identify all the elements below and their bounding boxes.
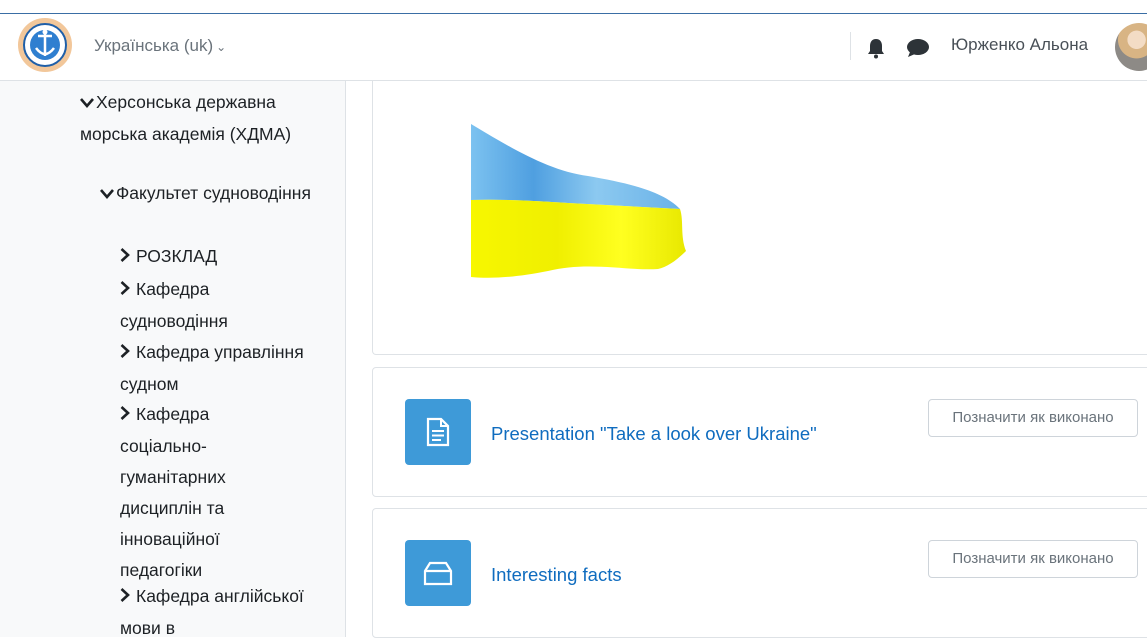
top-navbar: Українська ‎(uk)‎ ⌄ Юрженко Альона (0, 14, 1147, 81)
tree-item-label: Кафедра управління судном (120, 342, 304, 394)
user-name[interactable]: Юрженко Альона (951, 35, 1088, 55)
course-index-drawer: Херсонська державна морська академія (ХД… (0, 81, 346, 637)
chevron-right-icon (120, 338, 136, 369)
tree-item-label: Херсонська державна морська академія (ХД… (80, 92, 292, 144)
activity-link[interactable]: Interesting facts (491, 564, 622, 586)
file-icon[interactable] (405, 399, 471, 465)
bell-icon[interactable] (866, 37, 886, 64)
chevron-right-icon (120, 242, 136, 273)
chevron-down-icon (100, 179, 116, 210)
folder-icon[interactable] (405, 540, 471, 606)
top-strip (0, 0, 1147, 14)
tree-item-label: РОЗКЛАД (136, 246, 218, 266)
tree-item-english-dept[interactable]: Кафедра англійської мови в (120, 581, 320, 637)
chevron-right-icon (120, 275, 136, 306)
navbar-divider (850, 32, 851, 60)
tree-item-humanities-dept[interactable]: Кафедра соціально-гуманітарних дисциплін… (120, 399, 300, 586)
tree-item-faculty[interactable]: Факультет судноводіння (100, 178, 320, 210)
tree-item-label: Кафедра судноводіння (120, 279, 228, 331)
tree-item-academy[interactable]: Херсонська державна морська академія (ХД… (80, 87, 320, 150)
chevron-down-icon: ⌄ (216, 40, 227, 54)
tree-item-schedule[interactable]: РОЗКЛАД (120, 241, 320, 273)
chevron-down-icon (80, 88, 96, 119)
activity-card: Presentation "Take a look over Ukraine" … (372, 367, 1147, 497)
chevron-right-icon (120, 582, 136, 613)
chat-bubble-icon[interactable] (906, 38, 930, 63)
avatar[interactable] (1115, 23, 1147, 71)
tree-item-label: Кафедра англійської мови в (120, 586, 304, 637)
ukraine-flag-image (471, 124, 686, 278)
language-selector[interactable]: Українська ‎(uk)‎ ⌄ (94, 36, 226, 56)
mark-as-done-button[interactable]: Позначити як виконано (928, 540, 1138, 578)
activity-link[interactable]: Presentation "Take a look over Ukraine" (491, 423, 817, 445)
tree-item-label: Кафедра соціально-гуманітарних дисциплін… (120, 404, 226, 580)
activity-card: Interesting facts Позначити як виконано (372, 508, 1147, 638)
tree-item-label: Факультет судноводіння (116, 183, 311, 203)
site-logo[interactable] (18, 18, 72, 72)
tree-item-navigation-dept[interactable]: Кафедра судноводіння (120, 274, 320, 337)
language-label: Українська ‎(uk)‎ (94, 36, 214, 55)
mark-as-done-button[interactable]: Позначити як виконано (928, 399, 1138, 437)
flag-label-card (372, 81, 1147, 355)
chevron-right-icon (120, 400, 136, 431)
tree-item-ship-handling-dept[interactable]: Кафедра управління судном (120, 337, 320, 400)
